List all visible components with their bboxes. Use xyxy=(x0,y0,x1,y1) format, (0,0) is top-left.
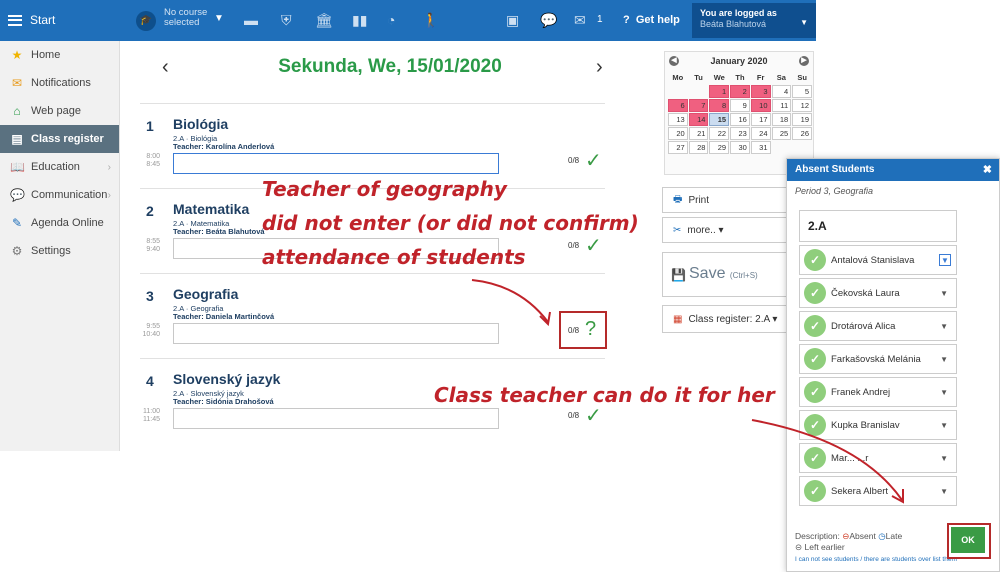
arrow-to-ok xyxy=(751,419,903,501)
annotation-arrows xyxy=(471,279,904,504)
arrow-to-attendance xyxy=(471,279,549,323)
